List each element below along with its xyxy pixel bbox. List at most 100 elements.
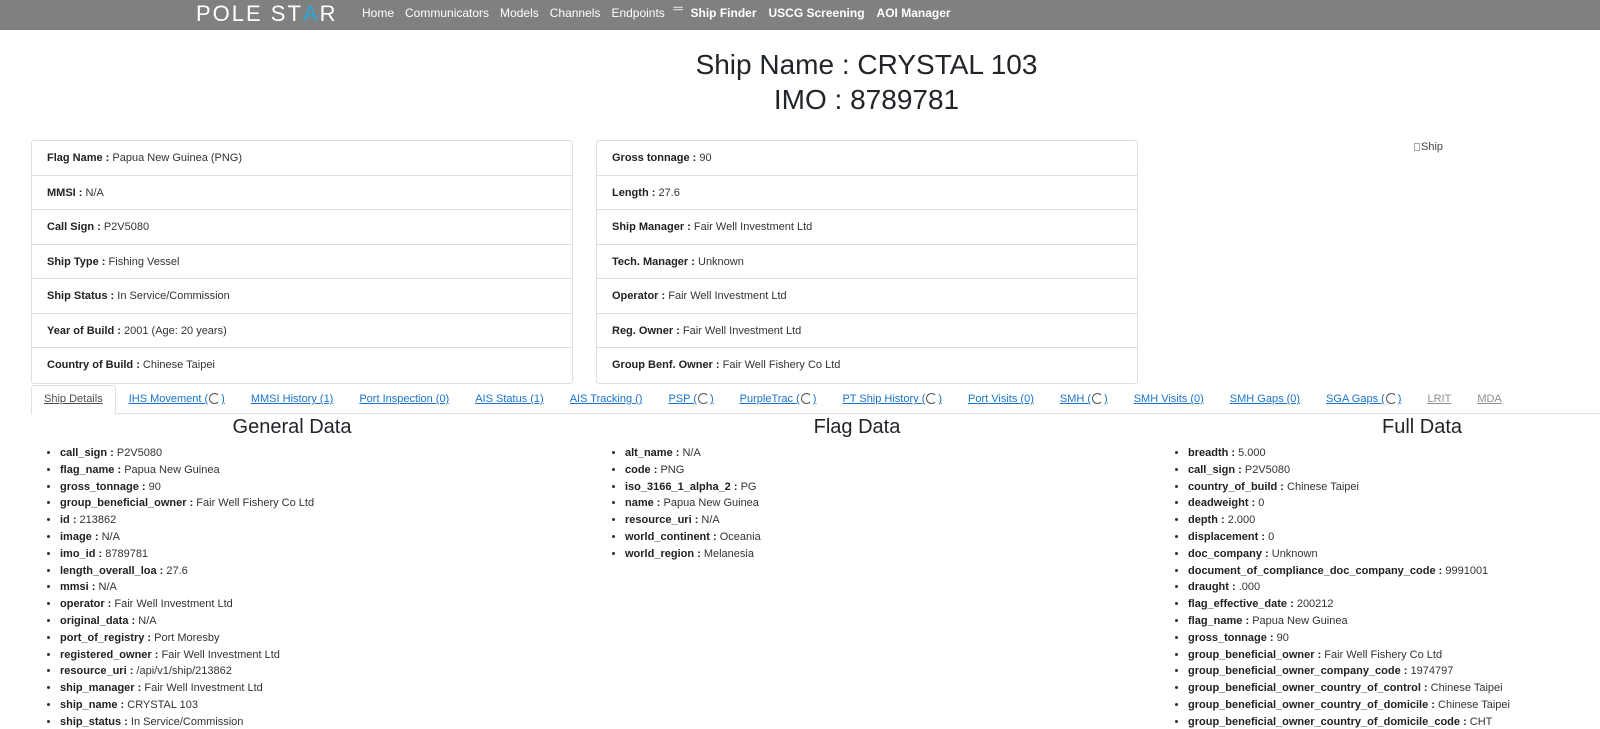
data-key: doc_company : — [1188, 547, 1269, 560]
data-key: displacement : — [1188, 530, 1266, 543]
tab-5[interactable]: AIS Tracking () — [557, 385, 656, 414]
nav-endpoints-link[interactable]: Endpoints — [611, 6, 664, 20]
tab-label: Port Inspection (0) — [359, 393, 450, 405]
detail-mmsi: MMSI : N/A — [32, 176, 572, 210]
tab-14[interactable]: LRIT — [1414, 385, 1464, 414]
data-key: group_beneficial_owner : — [1188, 648, 1322, 661]
ship-image: Ship — [1414, 141, 1443, 153]
data-list-item: operator : Fair Well Investment Ltd — [60, 596, 553, 613]
data-list-item: gross_tonnage : 90 — [60, 479, 553, 496]
data-list-item: displacement : 0 — [1188, 529, 1600, 546]
data-key: ship_status : — [60, 715, 128, 728]
nav-models-link[interactable]: Models — [500, 6, 539, 20]
nav-ship-finder-link[interactable]: Ship Finder — [691, 6, 757, 20]
detail-group-benf-owner: Group Benf. Owner : Fair Well Fishery Co… — [612, 359, 841, 371]
data-list-item: iso_3166_1_alpha_2 : PG — [625, 479, 1118, 496]
data-value: 8789781 — [102, 547, 149, 560]
data-value: 2.000 — [1224, 514, 1256, 527]
tab-label-suffix: ) — [709, 393, 714, 405]
tab-2[interactable]: MMSI History (1) — [238, 385, 347, 414]
tab-label-suffix: ) — [1397, 393, 1402, 405]
detail-gross-tonnage: Gross tonnage : 90 — [597, 141, 1137, 176]
tab-15[interactable]: MDA — [1464, 385, 1514, 414]
tab-label: MDA — [1477, 393, 1502, 405]
full-data-section: Full Data breadth : 5.000call_sign : P2V… — [1161, 414, 1600, 729]
data-value: 27.6 — [163, 564, 188, 577]
brand-text-end: R — [319, 1, 338, 26]
data-key: imo_id : — [60, 547, 103, 560]
tab-label-suffix: ) — [1104, 393, 1108, 405]
detail-ship-status: Ship Status : In Service/Commission — [32, 279, 572, 314]
data-value: Papua New Guinea — [121, 463, 220, 476]
data-list-item: group_beneficial_owner : Fair Well Fishe… — [1188, 647, 1600, 664]
tab-label: Ship Details — [44, 393, 103, 405]
data-key: flag_name : — [1188, 614, 1250, 627]
nav-uscg-screening-link[interactable]: USCG Screening — [769, 6, 865, 20]
flag-data-title: Flag Data — [813, 416, 901, 438]
data-list-item: draught : .000 — [1188, 579, 1600, 596]
detail-year-of-build: Year of Build : 2001 (Age: 20 years) — [32, 314, 572, 348]
tab-label: LRIT — [1427, 393, 1452, 405]
loading-spinner-icon — [926, 393, 938, 404]
data-key: group_beneficial_owner_country_of_domici… — [1188, 698, 1435, 711]
data-key: ship_manager : — [60, 682, 142, 695]
data-key: mmsi : — [60, 581, 96, 594]
data-list-item: group_beneficial_owner : Fair Well Fishe… — [60, 495, 553, 512]
tab-8[interactable]: PT Ship History () — [829, 385, 955, 414]
data-key: name : — [625, 497, 661, 510]
tab-9[interactable]: Port Visits (0) — [955, 385, 1047, 414]
nav-links: Home Communicators Models Channels Endpo… — [362, 0, 963, 26]
data-list-item: document_of_compliance_doc_company_code … — [1188, 563, 1600, 580]
data-value: 9991001 — [1442, 564, 1489, 577]
nav-aoi-manager-link[interactable]: AOI Manager — [877, 6, 951, 20]
data-value: 5.000 — [1235, 447, 1266, 459]
data-value: Papua New Guinea — [660, 497, 759, 510]
data-list-item: doc_company : Unknown — [1188, 546, 1600, 563]
data-value: Port Moresby — [151, 631, 220, 644]
data-list-item: gross_tonnage : 90 — [1188, 630, 1600, 647]
tab-12[interactable]: SMH Gaps (0) — [1217, 385, 1313, 414]
tab-6[interactable]: PSP () — [655, 385, 726, 414]
data-value: Chinese Taipei — [1283, 480, 1359, 493]
data-key: deadweight : — [1188, 497, 1256, 510]
tab-13[interactable]: SGA Gaps () — [1313, 385, 1414, 414]
data-value: Fair Well Investment Ltd — [141, 682, 263, 695]
data-value: /api/v1/ship/213862 — [133, 665, 232, 678]
nav-communicators-link[interactable]: Communicators — [405, 6, 489, 20]
data-list-item: name : Papua New Guinea — [625, 495, 1118, 512]
tab-label: PSP ( — [668, 393, 697, 405]
tab-1[interactable]: IHS Movement () — [116, 385, 238, 414]
full-data-title: Full Data — [1381, 416, 1463, 438]
data-list-item: image : N/A — [60, 529, 553, 546]
data-value: 213862 — [76, 514, 117, 527]
data-list-item: call_sign : P2V5080 — [1188, 462, 1600, 479]
data-key: resource_uri : — [625, 514, 699, 527]
data-list-item: world_region : Melanesia — [625, 546, 1118, 563]
nav-channels-link[interactable]: Channels — [550, 6, 601, 20]
data-key: group_beneficial_owner : — [60, 497, 194, 510]
data-value: 200212 — [1293, 598, 1334, 611]
data-list-item: country_of_build : Chinese Taipei — [1188, 479, 1600, 496]
data-value: Fair Well Fishery Co Ltd — [193, 497, 315, 510]
nav-home-link[interactable]: Home — [362, 6, 394, 20]
tab-3[interactable]: Port Inspection (0) — [346, 385, 462, 414]
menu-icon[interactable]: == — [673, 4, 684, 15]
brand-logo[interactable]: POLE ST A R — [196, 1, 338, 26]
data-value: PG — [737, 480, 757, 493]
tab-label: PurpleTrac ( — [739, 393, 800, 405]
tab-4[interactable]: AIS Status (1) — [462, 385, 556, 414]
tab-7[interactable]: PurpleTrac () — [727, 385, 830, 414]
data-value: 1974797 — [1407, 665, 1454, 678]
tab-label-suffix: ) — [938, 393, 943, 405]
data-value: 0 — [1255, 497, 1265, 510]
tab-label: SMH Visits (0) — [1133, 393, 1204, 405]
loading-spinner-icon — [209, 393, 221, 404]
tab-0[interactable]: Ship Details — [31, 385, 116, 415]
loading-spinner-icon — [1385, 393, 1397, 404]
data-key: flag_effective_date : — [1188, 598, 1294, 611]
tab-10[interactable]: SMH () — [1047, 385, 1121, 414]
ship-details-left-list: Flag Name : Papua New Guinea (PNG) MMSI … — [31, 140, 573, 384]
brand-text-start: POLE ST — [196, 1, 303, 26]
tab-11[interactable]: SMH Visits (0) — [1121, 385, 1217, 414]
data-value: Fair Well Investment Ltd — [158, 648, 280, 661]
